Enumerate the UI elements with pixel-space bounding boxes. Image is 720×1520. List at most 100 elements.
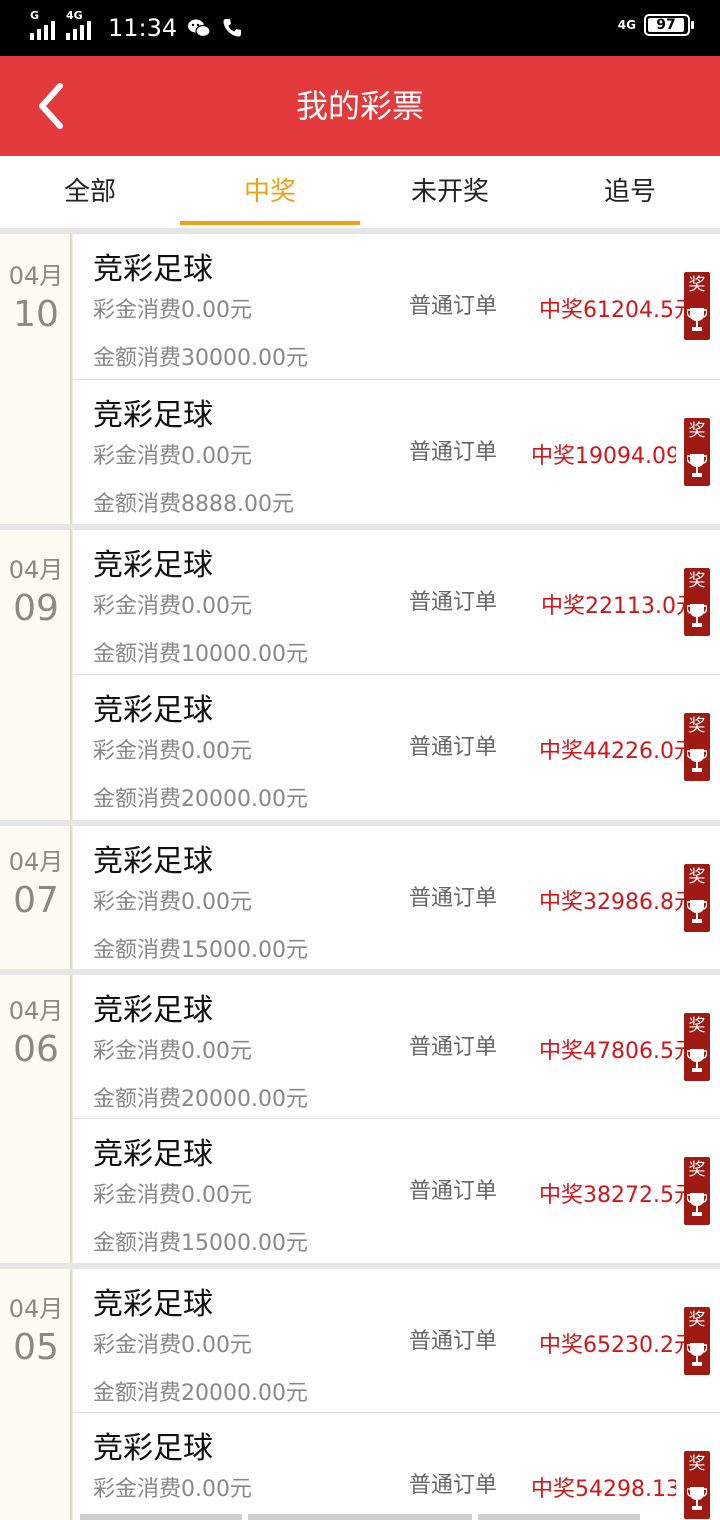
list-item[interactable]: 竞彩足球 彩金消费0.00元 金额消费15000.00元 普通订单 中奖3298… [73, 826, 720, 970]
bonus-spend: 彩金消费0.00元 [93, 1039, 252, 1064]
amount-spend: 金额消费15000.00元 [93, 938, 308, 963]
tab-follow-number[interactable]: 追号 [540, 156, 720, 228]
signal-type-label: 4G [66, 9, 83, 22]
trophy-icon: 奖 [684, 864, 710, 932]
prize-badge-label: 奖 [688, 421, 706, 441]
lottery-name: 竞彩足球 [93, 693, 213, 728]
date-month: 04月 [8, 1295, 64, 1323]
lottery-name: 竞彩足球 [93, 1431, 213, 1466]
tab-not-drawn[interactable]: 未开奖 [360, 156, 540, 228]
tab-all[interactable]: 全部 [0, 156, 180, 228]
amount-spend: 金额消费30000.00元 [93, 346, 308, 371]
trophy-icon: 奖 [684, 713, 710, 781]
trophy-icon: 奖 [684, 1013, 710, 1081]
status-bar: G 4G 11:34 4G 97 [0, 0, 720, 56]
bonus-spend: 彩金消费0.00元 [93, 1477, 252, 1502]
prize-badge-label: 奖 [688, 1160, 706, 1180]
prize-amount: 中奖22113.0元 [541, 594, 686, 619]
prize-badge-label: 奖 [688, 716, 706, 736]
amount-spend: 金额消费20000.00元 [93, 1381, 308, 1406]
amount-spend: 金额消费8888.00元 [93, 492, 294, 517]
bonus-spend: 彩金消费0.00元 [93, 1333, 252, 1358]
date-month: 04月 [8, 262, 64, 290]
tab-bar: 全部 中奖 未开奖 追号 [0, 156, 720, 228]
bonus-spend: 彩金消费0.00元 [93, 890, 252, 915]
list-item[interactable]: 竞彩足球 彩金消费0.00元 金额消费20000.00元 普通订单 中奖6523… [73, 1269, 720, 1414]
network-type-label: 4G [617, 18, 636, 32]
list-item[interactable]: 竞彩足球 彩金消费0.00元 金额消费10000.00元 普通订单 中奖2211… [73, 530, 720, 675]
lottery-name: 竞彩足球 [93, 398, 213, 433]
date-month: 04月 [8, 997, 64, 1025]
trophy-icon: 奖 [684, 1307, 710, 1375]
order-type: 普通订单 [409, 1035, 498, 1060]
trophy-icon: 奖 [684, 1157, 710, 1225]
list-item[interactable]: 竞彩足球 彩金消费0.00元 金额消费30000.00元 普通订单 中奖6120… [73, 234, 720, 379]
list-item[interactable]: 竞彩足球 彩金消费0.00元 金额消费15000.00元 普通订单 中奖3827… [73, 1119, 720, 1264]
prize-amount: 中奖54298.13元 [531, 1477, 676, 1502]
trophy-icon: 奖 [684, 568, 710, 636]
back-button[interactable] [26, 78, 82, 134]
prize-badge-label: 奖 [688, 867, 706, 887]
date-column: 04月 09 [0, 530, 72, 820]
date-column: 04月 06 [0, 975, 72, 1264]
date-month: 04月 [8, 556, 64, 584]
battery-icon: 97 [644, 14, 694, 36]
trophy-icon: 奖 [684, 272, 710, 340]
bonus-spend: 彩金消费0.00元 [93, 739, 252, 764]
order-type: 普通订单 [409, 1329, 498, 1354]
wechat-icon [188, 19, 211, 38]
order-type: 普通订单 [409, 735, 498, 760]
prize-amount: 中奖19094.09元 [531, 444, 676, 469]
prize-amount: 中奖32986.8元 [539, 890, 684, 915]
bonus-spend: 彩金消费0.00元 [93, 1183, 252, 1208]
date-column: 04月 10 [0, 234, 72, 524]
list-item[interactable]: 竞彩足球 彩金消费0.00元 金额消费20000.00元 普通订单 中奖4422… [73, 675, 720, 820]
order-type: 普通订单 [409, 1179, 498, 1204]
date-day: 06 [13, 1029, 59, 1070]
prize-amount: 中奖44226.0元 [539, 739, 684, 764]
prize-badge-label: 奖 [688, 1016, 706, 1036]
list-item[interactable]: 竞彩足球 彩金消费0.00元 金额消费8888.00元 普通订单 中奖19094… [73, 380, 720, 525]
prize-amount: 中奖38272.5元 [539, 1183, 684, 1208]
order-type: 普通订单 [409, 1473, 498, 1498]
lottery-name: 竞彩足球 [93, 1287, 213, 1322]
prize-amount: 中奖47806.5元 [539, 1039, 684, 1064]
prize-badge-label: 奖 [688, 571, 706, 591]
lottery-name: 竞彩足球 [93, 548, 213, 583]
ticket-list[interactable]: 04月 10 竞彩足球 彩金消费0.00元 金额消费30000.00元 普通订单… [0, 228, 720, 1520]
lottery-name: 竞彩足球 [93, 252, 213, 287]
bonus-spend: 彩金消费0.00元 [93, 594, 252, 619]
tab-winning[interactable]: 中奖 [180, 156, 360, 228]
list-item[interactable]: 竞彩足球 彩金消费0.00元 金额消费20000.00元 普通订单 中奖4780… [73, 975, 720, 1120]
prize-badge-label: 奖 [688, 1454, 706, 1474]
signal-strength-icon: 4G [66, 10, 96, 42]
app-header: 我的彩票 [0, 56, 720, 156]
order-type: 普通订单 [409, 440, 498, 465]
phone-icon [223, 19, 242, 37]
order-type: 普通订单 [409, 886, 498, 911]
bottom-bar-edge [0, 1514, 720, 1520]
order-type: 普通订单 [409, 294, 498, 319]
signal-type-label: G [30, 9, 40, 22]
battery-level: 97 [656, 17, 676, 33]
clock: 11:34 [108, 14, 178, 42]
page-title: 我的彩票 [295, 87, 424, 125]
order-type: 普通订单 [409, 590, 498, 615]
list-item[interactable]: 竞彩足球 彩金消费0.00元 普通订单 中奖54298.13元 奖 [73, 1413, 720, 1520]
prize-badge-label: 奖 [688, 1310, 706, 1330]
date-day: 05 [13, 1327, 59, 1368]
date-column: 04月 07 [0, 826, 72, 970]
date-day: 10 [13, 294, 59, 335]
lottery-name: 竞彩足球 [93, 993, 213, 1028]
lottery-name: 竞彩足球 [93, 844, 213, 879]
bonus-spend: 彩金消费0.00元 [93, 298, 252, 323]
signal-strength-icon: G [30, 10, 60, 42]
amount-spend: 金额消费15000.00元 [93, 1231, 308, 1256]
trophy-icon: 奖 [684, 418, 710, 486]
date-month: 04月 [8, 848, 64, 876]
date-day: 07 [13, 880, 59, 921]
amount-spend: 金额消费20000.00元 [93, 1087, 308, 1112]
lottery-name: 竞彩足球 [93, 1137, 213, 1172]
prize-badge-label: 奖 [688, 275, 706, 295]
date-day: 09 [13, 588, 59, 629]
